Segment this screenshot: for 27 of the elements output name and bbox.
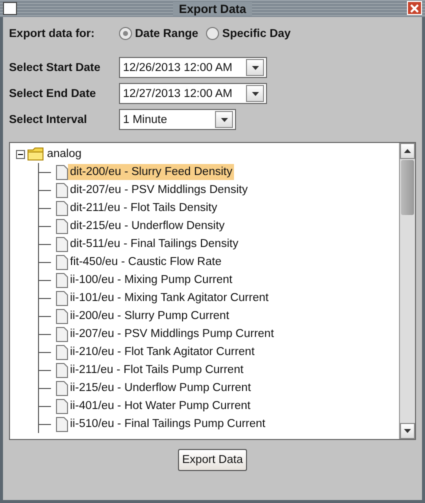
tree-item[interactable]: dit-200/eu - Slurry Feed Density — [68, 164, 234, 180]
tree-item[interactable]: analog — [45, 146, 84, 162]
tree-item[interactable]: ii-210/eu - Flot Tank Agitator Current — [68, 344, 257, 360]
tree-item[interactable]: ii-200/eu - Slurry Pump Current — [68, 308, 232, 324]
field-label: Select Start Date — [9, 62, 102, 74]
field-label: Export data for: — [9, 28, 96, 40]
tree-item[interactable]: ii-215/eu - Underflow Pump Current — [68, 380, 253, 396]
field-label: Select Interval — [9, 114, 88, 126]
tree-item[interactable]: dit-207/eu - PSV Middlings Density — [68, 182, 250, 198]
radio-button[interactable]: Date Range — [119, 27, 198, 40]
window-title: Export Data — [172, 2, 252, 16]
tree-item[interactable]: ii-207/eu - PSV Middlings Pump Current — [68, 326, 276, 342]
tree-item[interactable]: ii-401/eu - Hot Water Pump Current — [68, 398, 252, 414]
tree-item[interactable]: dit-215/eu - Underflow Density — [68, 218, 227, 234]
dropdown-field[interactable]: 12/26/2013 12:00 AM — [119, 57, 267, 78]
tree-item[interactable]: fit-450/eu - Caustic Flow Rate — [68, 254, 224, 270]
field-label: Select End Date — [9, 88, 97, 100]
tree-item[interactable]: dit-511/eu - Final Tailings Density — [68, 236, 240, 252]
export-button[interactable]: Export Data — [178, 449, 247, 471]
tree-item[interactable]: ii-101/eu - Mixing Tank Agitator Current — [68, 290, 271, 306]
tree-item[interactable]: dit-211/eu - Flot Tails Density — [68, 200, 220, 216]
dropdown-field[interactable]: 12/27/2013 12:00 AM — [119, 83, 267, 104]
radio-button[interactable]: Specific Day — [206, 27, 291, 40]
dropdown-field[interactable]: 1 Minute — [119, 109, 236, 130]
tree-item[interactable]: ii-100/eu - Mixing Pump Current — [68, 272, 234, 288]
tree-item[interactable]: ii-211/eu - Flot Tails Pump Current — [68, 362, 246, 378]
tree-item[interactable]: ii-510/eu - Final Tailings Pump Current — [68, 416, 268, 432]
